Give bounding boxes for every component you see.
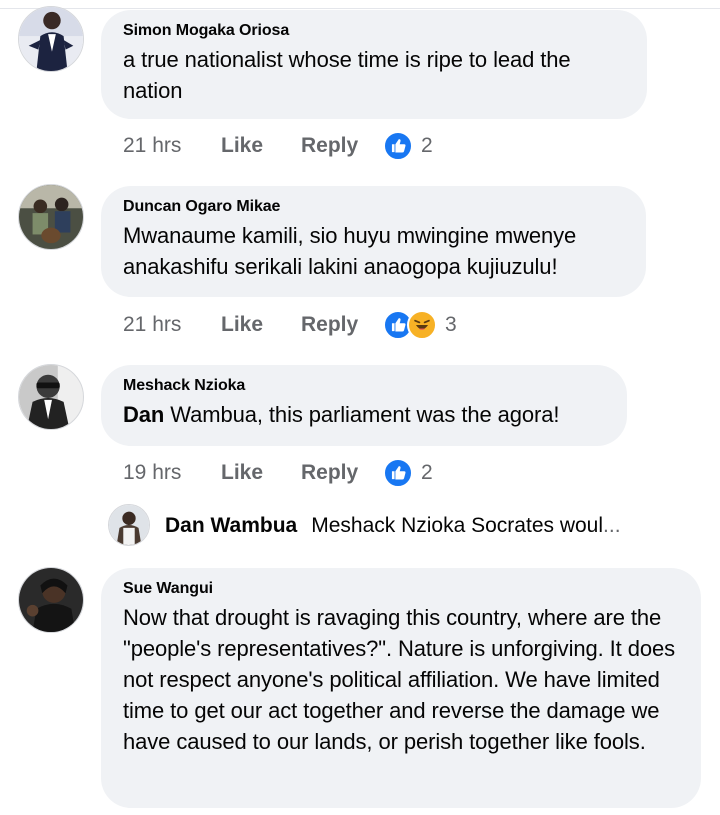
like-button[interactable]: Like [221, 313, 301, 337]
comment-text: Mwanaume kamili, sio huyu mwingine mweny… [123, 223, 577, 279]
comment-author[interactable]: Meshack Nzioka [123, 376, 607, 396]
haha-icon [407, 310, 437, 340]
avatar-image [19, 185, 83, 249]
reactions-summary[interactable]: 2 [383, 458, 433, 488]
avatar[interactable] [18, 6, 84, 72]
avatar-image [19, 568, 83, 632]
reply-ellipsis: ... [603, 514, 621, 537]
comment-text-body: Wambua, this parliament was the agora! [164, 402, 560, 427]
comment-author[interactable]: Simon Mogaka Oriosa [123, 21, 627, 41]
like-button[interactable]: Like [221, 134, 301, 158]
top-divider [0, 8, 720, 9]
comment-timestamp[interactable]: 21 hrs [123, 134, 221, 158]
comment-author[interactable]: Duncan Ogaro Mikae [123, 197, 626, 217]
comment-timestamp[interactable]: 19 hrs [123, 461, 221, 485]
avatar-image [19, 7, 83, 71]
reply-button[interactable]: Reply [301, 461, 383, 485]
reply-preview[interactable]: Dan Wambua Meshack Nzioka Socrates woul.… [165, 514, 621, 538]
comment-actions: 21 hrs Like Reply 2 [123, 131, 433, 161]
reactions-summary[interactable]: 2 [383, 131, 433, 161]
avatar[interactable] [18, 184, 84, 250]
comment-bubble: Sue Wangui Now that drought is ravaging … [101, 568, 701, 808]
comment-actions: 21 hrs Like Reply 3 [123, 310, 457, 340]
comment-text: Now that drought is ravaging this countr… [123, 605, 676, 754]
reactions-summary[interactable]: 3 [383, 310, 457, 340]
avatar-image [109, 505, 149, 545]
like-icon [383, 131, 413, 161]
comment-author[interactable]: Sue Wangui [123, 579, 681, 599]
reply-button[interactable]: Reply [301, 313, 383, 337]
comment-bubble: Simon Mogaka Oriosa a true nationalist w… [101, 10, 647, 119]
reaction-count: 3 [445, 313, 457, 336]
avatar[interactable] [18, 567, 84, 633]
reply-text: Meshack Nzioka Socrates woul... [311, 514, 620, 538]
comment-bubble: Duncan Ogaro Mikae Mwanaume kamili, sio … [101, 186, 646, 297]
reaction-count: 2 [421, 134, 433, 157]
reply-text-body: Meshack Nzioka Socrates woul [311, 514, 604, 537]
like-button[interactable]: Like [221, 461, 301, 485]
reply-author[interactable]: Dan Wambua [165, 514, 297, 538]
reaction-count: 2 [421, 461, 433, 484]
reply-button[interactable]: Reply [301, 134, 383, 158]
comment-bubble: Meshack Nzioka Dan Wambua, this parliame… [101, 365, 627, 446]
mention-link[interactable]: Dan [123, 402, 164, 427]
like-icon [383, 458, 413, 488]
comment-text: Dan Wambua, this parliament was the agor… [123, 399, 607, 430]
avatar-image [19, 365, 83, 429]
comment-actions: 19 hrs Like Reply 2 [123, 458, 433, 488]
avatar[interactable] [108, 504, 150, 546]
comment-timestamp[interactable]: 21 hrs [123, 313, 221, 337]
avatar[interactable] [18, 364, 84, 430]
comment-text: a true nationalist whose time is ripe to… [123, 47, 571, 103]
